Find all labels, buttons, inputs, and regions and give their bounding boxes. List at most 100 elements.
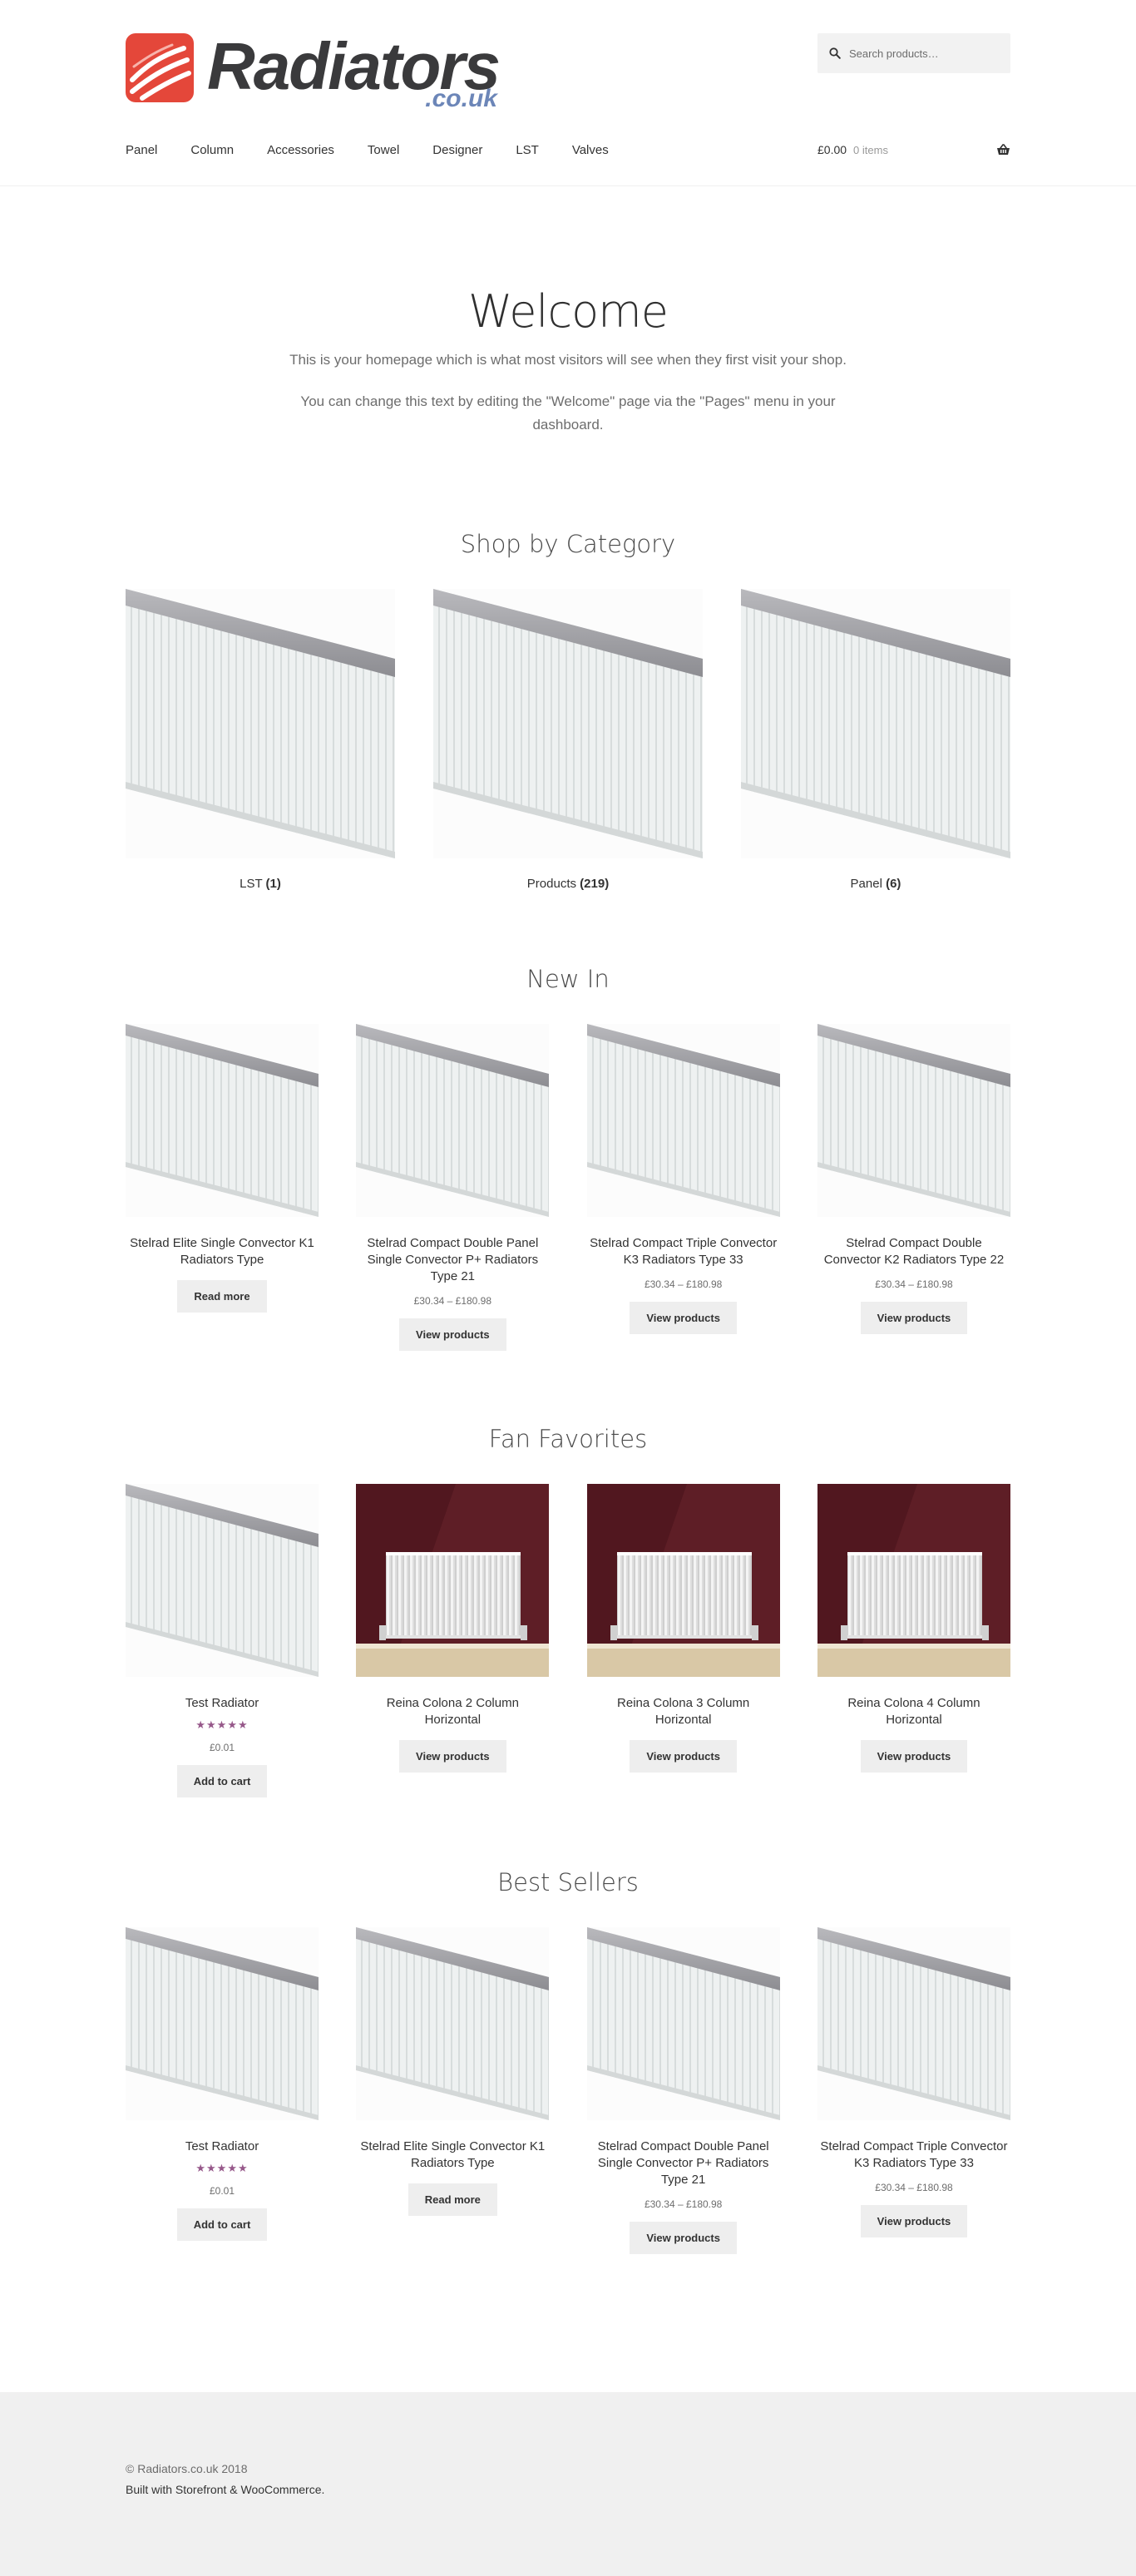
product-image[interactable] [817, 1024, 1010, 1217]
product-image[interactable] [356, 1484, 550, 1677]
page-title: Welcome [467, 285, 669, 338]
product-card: Reina Colona 4 Column Horizontal View pr… [817, 1484, 1010, 1797]
search-input[interactable] [849, 47, 999, 60]
site-logo[interactable]: Radiators .co.uk [126, 33, 501, 112]
header-cart[interactable]: £0.00 0 items [817, 143, 1010, 156]
main-content: Welcome This is your homepage which is w… [0, 186, 1136, 2254]
section-title-shop-by-category: Shop by Category [460, 530, 676, 558]
product-price: £0.01 [209, 1742, 235, 1753]
product-card: Reina Colona 3 Column Horizontal View pr… [586, 1484, 780, 1797]
category-card-panel[interactable]: Panel (6) [741, 589, 1010, 891]
product-search [817, 33, 1010, 73]
product-title[interactable]: Stelrad Elite Single Convector K1 Radiat… [126, 1235, 319, 1268]
add-to-cart-button[interactable]: Add to cart [176, 1765, 268, 1797]
site-header: Radiators .co.uk Panel Column Accessorie… [0, 0, 1136, 186]
category-card-products[interactable]: Products (219) [433, 589, 703, 891]
product-card: Stelrad Compact Triple Convector K3 Radi… [586, 1024, 780, 1351]
product-image[interactable] [586, 1927, 780, 2120]
section-title-best-sellers: Best Sellers [497, 1868, 639, 1896]
product-image[interactable] [817, 1927, 1010, 2120]
product-image[interactable] [356, 1927, 550, 2120]
view-products-button[interactable]: View products [860, 2205, 968, 2237]
product-card: Stelrad Elite Single Convector K1 Radiat… [126, 1024, 319, 1351]
product-image[interactable] [586, 1484, 780, 1677]
category-label-products: Products (219) [526, 877, 610, 891]
best-sellers-section: Best Sellers Test Radiator ★★★★★ £0.01 A… [126, 1867, 1010, 2254]
cart-count: 0 items [853, 143, 888, 156]
product-price: £0.01 [209, 2185, 235, 2197]
footer-copyright: © Radiators.co.uk 2018 [126, 2462, 248, 2475]
product-title[interactable]: Stelrad Compact Double Convector K2 Radi… [817, 1235, 1010, 1268]
nav-item-lst[interactable]: LST [516, 143, 539, 157]
category-image-products [433, 589, 703, 858]
cart-total: £0.00 [817, 143, 847, 156]
star-rating: ★★★★★ [195, 2162, 249, 2174]
read-more-button[interactable]: Read more [407, 2183, 497, 2216]
product-card: Reina Colona 2 Column Horizontal View pr… [356, 1484, 550, 1797]
view-products-button[interactable]: View products [630, 2222, 737, 2254]
shop-by-category-section: Shop by Category LST (1) Products (219) [126, 529, 1010, 891]
new-in-section: New In Stelrad Elite Single Convector K1… [126, 964, 1010, 1351]
view-products-button[interactable]: View products [630, 1302, 737, 1334]
product-title[interactable]: Reina Colona 2 Column Horizontal [356, 1695, 549, 1728]
product-image[interactable] [356, 1024, 550, 1217]
view-products-button[interactable]: View products [630, 1740, 737, 1773]
product-title[interactable]: Reina Colona 4 Column Horizontal [817, 1695, 1010, 1728]
product-price: £30.34 – £180.98 [413, 1295, 492, 1307]
welcome-section: Welcome This is your homepage which is w… [126, 186, 1010, 437]
category-image-lst [126, 589, 395, 858]
product-card: Stelrad Compact Double Panel Single Conv… [586, 1927, 780, 2254]
read-more-button[interactable]: Read more [177, 1280, 267, 1313]
product-title[interactable]: Stelrad Elite Single Convector K1 Radiat… [356, 2138, 549, 2172]
category-card-lst[interactable]: LST (1) [126, 589, 395, 891]
view-products-button[interactable]: View products [860, 1302, 968, 1334]
product-card: Stelrad Compact Double Convector K2 Radi… [817, 1024, 1010, 1351]
welcome-text-1: This is your homepage which is what most… [289, 352, 847, 368]
view-products-button[interactable]: View products [399, 1318, 506, 1351]
product-card: Stelrad Compact Double Panel Single Conv… [356, 1024, 550, 1351]
product-title[interactable]: Stelrad Compact Triple Convector K3 Radi… [587, 1235, 780, 1268]
product-card: Stelrad Elite Single Convector K1 Radiat… [356, 1927, 550, 2254]
nav-item-panel[interactable]: Panel [126, 143, 157, 157]
product-image[interactable] [586, 1024, 780, 1217]
nav-item-towel[interactable]: Towel [368, 143, 399, 157]
search-icon [829, 47, 841, 59]
category-label-lst: LST (1) [240, 877, 281, 891]
welcome-text-2: You can change this text by editing the … [300, 393, 836, 433]
logo-mark-icon [126, 33, 194, 102]
add-to-cart-button[interactable]: Add to cart [176, 2208, 268, 2241]
product-title[interactable]: Stelrad Compact Double Panel Single Conv… [356, 1235, 549, 1285]
primary-navigation: Panel Column Accessories Towel Designer … [126, 143, 642, 157]
nav-item-valves[interactable]: Valves [572, 143, 609, 157]
product-title[interactable]: Test Radiator [126, 2138, 319, 2155]
product-price: £30.34 – £180.98 [875, 1278, 953, 1290]
product-image[interactable] [817, 1484, 1010, 1677]
nav-item-column[interactable]: Column [190, 143, 234, 157]
nav-item-accessories[interactable]: Accessories [267, 143, 334, 157]
product-title[interactable]: Stelrad Compact Triple Convector K3 Radi… [817, 2138, 1010, 2172]
product-image[interactable] [126, 1024, 319, 1217]
view-products-button[interactable]: View products [860, 1740, 968, 1773]
product-price: £30.34 – £180.98 [644, 2198, 723, 2210]
section-title-new-in: New In [526, 965, 610, 993]
product-image[interactable] [126, 1927, 319, 2120]
footer-credit: Built with Storefront & WooCommerce. [126, 2483, 325, 2496]
product-price: £30.34 – £180.98 [875, 2182, 953, 2193]
logo-tld: .co.uk [425, 85, 497, 112]
product-title[interactable]: Reina Colona 3 Column Horizontal [587, 1695, 780, 1728]
category-image-panel [741, 589, 1010, 858]
fan-favorites-section: Fan Favorites Test Radiator ★★★★★ £0.01 … [126, 1424, 1010, 1797]
product-card: Test Radiator ★★★★★ £0.01 Add to cart [126, 1927, 319, 2254]
product-image[interactable] [126, 1484, 319, 1677]
product-title[interactable]: Stelrad Compact Double Panel Single Conv… [587, 2138, 780, 2188]
nav-item-designer[interactable]: Designer [432, 143, 482, 157]
product-card: Test Radiator ★★★★★ £0.01 Add to cart [126, 1484, 319, 1797]
product-price: £30.34 – £180.98 [644, 1278, 723, 1290]
site-footer: © Radiators.co.uk 2018 Built with Storef… [0, 2392, 1136, 2576]
product-title[interactable]: Test Radiator [126, 1695, 319, 1712]
view-products-button[interactable]: View products [399, 1740, 506, 1773]
section-title-fan-favorites: Fan Favorites [488, 1425, 648, 1453]
basket-icon [997, 144, 1010, 155]
category-label-panel: Panel (6) [850, 877, 901, 891]
star-rating: ★★★★★ [195, 1718, 249, 1731]
